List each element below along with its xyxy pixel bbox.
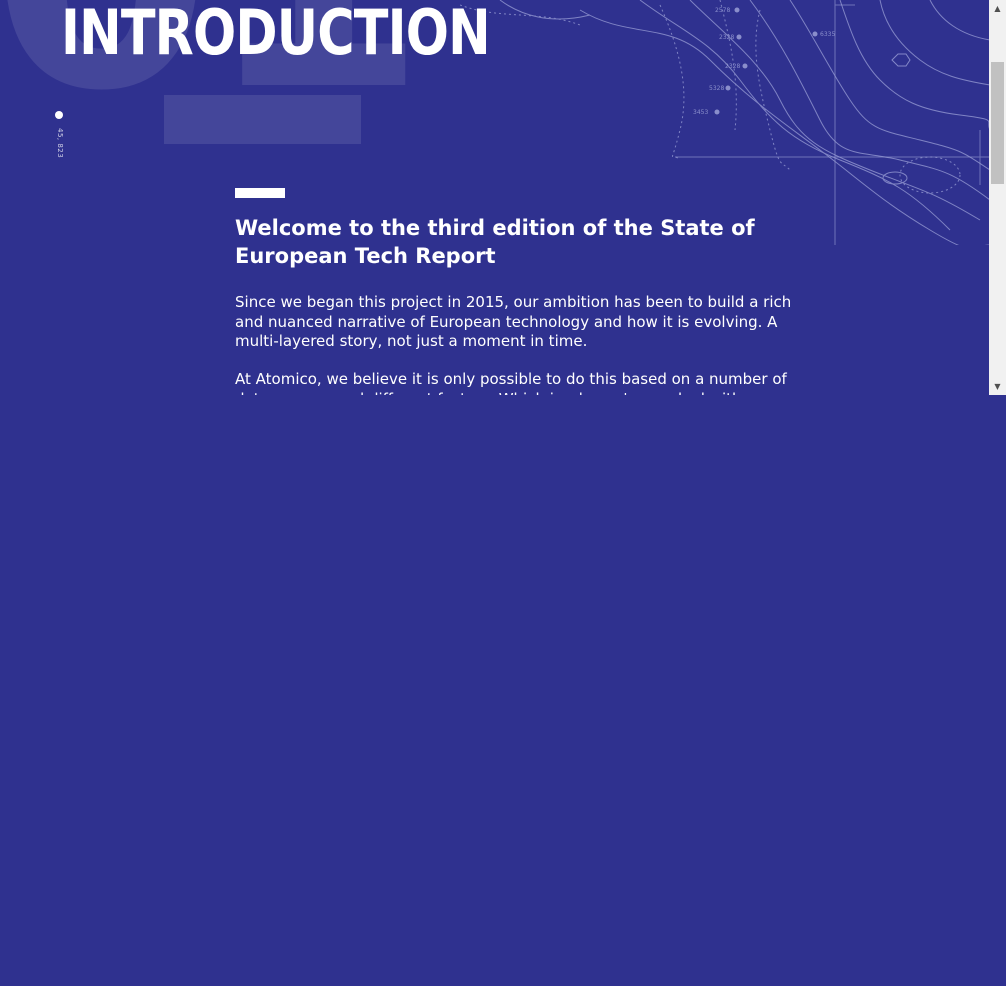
section-number-underline	[164, 95, 361, 144]
svg-text:2578: 2578	[715, 7, 730, 14]
svg-text:2328: 2328	[719, 34, 734, 41]
section-title: INTRODUCTION	[61, 0, 491, 69]
hexagon-icon	[891, 53, 911, 67]
accent-bar	[235, 188, 285, 198]
article-paragraph: Since we began this project in 2015, our…	[235, 293, 792, 350]
svg-text:5328: 5328	[709, 85, 724, 92]
progress-dot[interactable]	[55, 111, 63, 119]
article-paragraph: At Atomico, we believe it is only possib…	[235, 370, 787, 395]
scrollbar-thumb[interactable]	[991, 62, 1004, 184]
svg-text:6335: 6335	[820, 31, 835, 38]
svg-text:2328: 2328	[725, 63, 740, 70]
topographic-map-illustration: 2578 2328 2328 5328 3453 6335	[460, 0, 990, 245]
coordinate-label: 45, 823	[56, 128, 64, 159]
article-headline: Welcome to the third edition of the Stat…	[235, 216, 755, 268]
svg-text:3453: 3453	[693, 109, 708, 116]
content-frame[interactable]: 01	[0, 0, 1006, 395]
vertical-scrollbar[interactable]: ▲ ▼	[989, 0, 1006, 395]
page-viewport: 01	[0, 0, 1006, 986]
chevron-down-icon[interactable]: ▼	[989, 378, 1006, 395]
chevron-up-icon[interactable]: ▲	[989, 0, 1006, 17]
